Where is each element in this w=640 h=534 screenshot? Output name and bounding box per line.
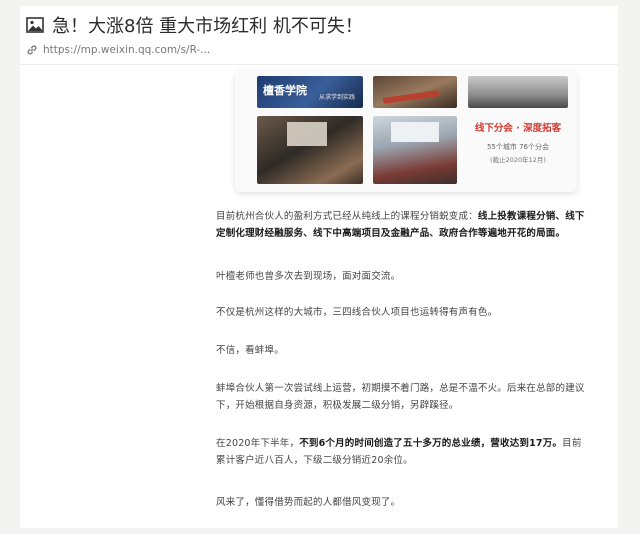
page-title: 急！大涨8倍 重大市场红利 机不可失！ [52,16,363,37]
red-ribbon [382,90,440,104]
paragraph-7: 风来了，懂得借势而起的人都借风变现了。 [216,497,401,508]
photo-group-event [373,116,457,184]
photo-ribbon-cutting [373,76,457,108]
source-url[interactable]: https://mp.weixin.qq.com/s/R-... [26,42,210,58]
paragraph-1: 目前杭州合伙人的盈利方式已经从纯线上的课程分销蜕变成：线上投教课程分销、线下定制… [216,211,585,239]
projection-screen [287,122,327,146]
paragraph-4: 不信，看蚌埠。 [216,345,284,356]
slogan-stats: 55个城市 76个分会 [486,143,550,151]
event-banner [391,122,439,142]
photo-group-office [468,76,568,108]
brand-logo-text: 檀香学院 [263,84,307,97]
slogan-date: (截止2020年12月) [490,156,546,164]
paragraph-5: 蚌埠合伙人第一次尝试线上运营，初期摸不着门路，总是不温不火。后来在总部的建议下，… [216,383,585,411]
url-text: https://mp.weixin.qq.com/s/R-... [43,44,211,56]
slogan-title: 线下分会 · 深度拓客 [474,123,562,134]
title-row[interactable]: 急！大涨8倍 重大市场红利 机不可失！ [26,12,363,38]
header-divider [20,64,618,65]
photo-collage: 檀香学院 从求学到实践 线下分会 · 深度拓客 55个城市 76个分会 (截止2… [235,70,577,192]
paragraph-2: 叶檀老师也曾多次去到现场，面对面交流。 [216,271,401,282]
collage-slogan: 线下分会 · 深度拓客 55个城市 76个分会 (截止2020年12月) [467,116,569,184]
photo-seminar [257,116,363,184]
brand-subtitle: 从求学到实践 [319,94,356,101]
link-icon [27,45,37,55]
paragraph-3: 不仅是杭州这样的大城市，三四线合伙人项目也运转得有声有色。 [216,307,498,318]
photo-brand-banner: 檀香学院 从求学到实践 [257,76,363,108]
paragraph-6: 在2020年下半年，不到6个月的时间创造了五十多万的总业绩，营收达到17万。目前… [216,438,582,466]
image-icon [26,17,44,33]
